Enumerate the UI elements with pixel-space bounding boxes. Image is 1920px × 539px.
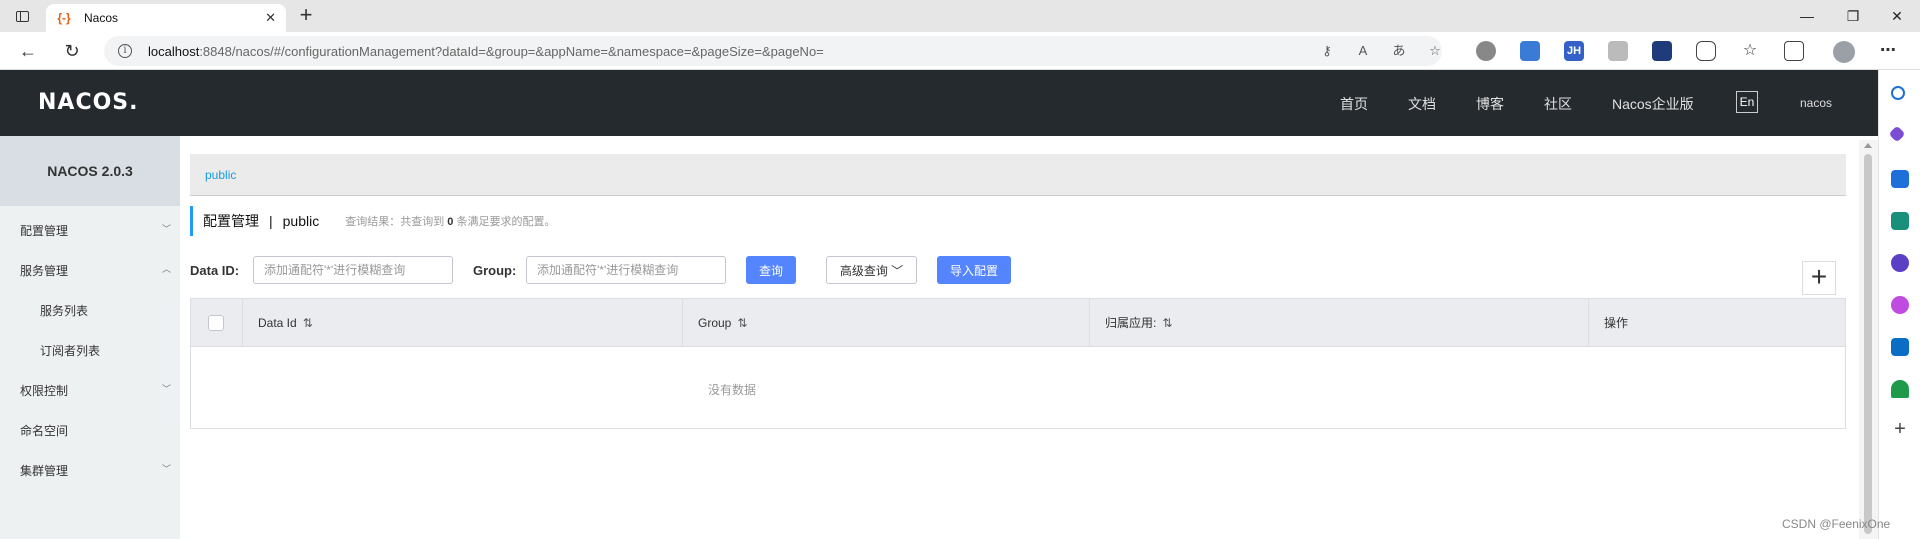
url-text: localhost:8848/nacos/#/configurationMana… (148, 44, 824, 59)
nav-home[interactable]: 首页 (1340, 94, 1368, 114)
config-table: Data Id ⇅ Group ⇅ 归属应用: ⇅ 操作 没有数据 (190, 298, 1846, 429)
restore-icon[interactable]: ❐ (1830, 4, 1876, 28)
sort-icon[interactable]: ⇅ (303, 316, 313, 330)
tab-actions-icon[interactable] (10, 6, 34, 26)
watermark-text: CSDN @FeenixOne (1782, 517, 1891, 531)
translate-icon[interactable]: あ (1390, 42, 1408, 60)
data-id-label: Data ID: (190, 263, 240, 278)
sidebar-item-auth[interactable]: 权限控制 (20, 382, 68, 399)
nav-blog[interactable]: 博客 (1476, 94, 1504, 114)
select-all-checkbox[interactable] (208, 315, 224, 331)
sidebar-shopping-icon[interactable] (1891, 170, 1909, 188)
sidebar-item-subscribers[interactable]: 订阅者列表 (40, 342, 100, 359)
column-group[interactable]: Group ⇅ (682, 299, 1089, 347)
extension-bird-icon[interactable] (1520, 41, 1540, 61)
add-config-button[interactable]: + (1802, 261, 1836, 295)
column-actions: 操作 (1588, 299, 1845, 347)
extension-shield-icon[interactable] (1652, 41, 1672, 61)
scroll-thumb[interactable] (1864, 154, 1872, 534)
chevron-down-icon: ﹀ (891, 263, 904, 278)
page-title-text: 配置管理 (203, 213, 259, 229)
sidebar-outlook-icon[interactable] (1891, 338, 1909, 356)
profile-avatar[interactable] (1833, 41, 1855, 63)
nacos-logo[interactable]: NACOS. (38, 90, 139, 115)
scroll-up-arrow-icon[interactable] (1864, 143, 1872, 148)
tab-title: Nacos (84, 11, 119, 25)
column-data-id[interactable]: Data Id ⇅ (242, 299, 682, 347)
sidebar-item-service[interactable]: 服务管理 (20, 262, 68, 279)
table-header: Data Id ⇅ Group ⇅ 归属应用: ⇅ 操作 (191, 299, 1845, 347)
read-aloud-icon[interactable]: A (1354, 42, 1372, 60)
collections-icon[interactable] (1784, 41, 1804, 61)
favorite-add-icon[interactable]: ☆ (1426, 42, 1444, 60)
sidebar-item-namespace[interactable]: 命名空间 (20, 422, 68, 439)
site-info-icon[interactable]: i (118, 44, 132, 58)
sidebar-copilot-icon[interactable] (1888, 125, 1906, 143)
window-close-icon[interactable]: ✕ (1874, 4, 1920, 28)
left-sidebar: NACOS 2.0.3 配置管理 ﹀ 服务管理 ︿ 服务列表 订阅者列表 权限控… (0, 136, 180, 539)
group-label: Group: (473, 263, 517, 278)
sidebar-office-icon[interactable] (1891, 296, 1909, 314)
page-scrollbar[interactable] (1859, 140, 1878, 539)
tab-close-icon[interactable]: ✕ (265, 10, 276, 26)
more-menu-icon[interactable]: ⋯ (1878, 41, 1898, 61)
sidebar-tools-icon[interactable] (1891, 212, 1909, 230)
sidebar-item-service-list[interactable]: 服务列表 (40, 302, 88, 319)
namespace-tab-public[interactable]: public (205, 168, 236, 182)
chevron-down-icon[interactable]: ﹀ (162, 382, 171, 395)
query-result-text: 查询结果：共查询到 0 条满足要求的配置。 (345, 216, 556, 228)
chevron-down-icon[interactable]: ﹀ (162, 222, 171, 235)
sort-icon[interactable]: ⇅ (737, 316, 747, 330)
key-icon[interactable]: ⚷ (1318, 42, 1336, 60)
nav-community[interactable]: 社区 (1544, 94, 1572, 114)
sidebar-tree-icon[interactable] (1891, 380, 1909, 398)
minimize-icon[interactable]: — (1784, 4, 1830, 28)
chevron-up-icon[interactable]: ︿ (162, 262, 171, 275)
extensions-icon[interactable] (1696, 41, 1716, 61)
sidebar-people-icon[interactable] (1891, 254, 1909, 272)
extension-jh-icon[interactable]: JH (1564, 41, 1584, 61)
version-label: NACOS 2.0.3 (0, 136, 180, 206)
nacos-top-header: NACOS. 首页 文档 博客 社区 Nacos企业版 En nacos (0, 70, 1878, 136)
sidebar-search-icon[interactable] (1891, 86, 1905, 100)
back-icon[interactable]: ← (16, 39, 40, 63)
language-switch-button[interactable]: En (1736, 91, 1758, 113)
sort-icon[interactable]: ⇅ (1162, 316, 1172, 330)
page-title: 配置管理 | public 查询结果：共查询到 0 条满足要求的配置。 (190, 206, 555, 236)
browser-tab-bar: {-} Nacos ✕ + — ❐ ✕ (0, 0, 1920, 32)
url-field[interactable]: i localhost:8848/nacos/#/configurationMa… (104, 36, 1442, 66)
extension-gray-icon[interactable] (1476, 41, 1496, 61)
nav-enterprise[interactable]: Nacos企业版 (1612, 94, 1694, 114)
empty-state-text: 没有数据 (707, 383, 756, 397)
browser-tab[interactable]: {-} Nacos ✕ (46, 4, 286, 32)
sidebar-item-config[interactable]: 配置管理 (20, 222, 68, 239)
user-menu[interactable]: nacos (1800, 96, 1832, 110)
nacos-favicon-icon: {-} (57, 11, 71, 25)
namespace-bar: public (190, 154, 1846, 196)
title-separator: | (269, 213, 273, 229)
group-input[interactable] (526, 256, 726, 284)
chevron-down-icon[interactable]: ﹀ (162, 462, 171, 475)
new-tab-icon[interactable]: + (294, 4, 318, 28)
address-bar: ← ↻ i localhost:8848/nacos/#/configurati… (0, 32, 1920, 70)
advanced-search-button[interactable]: 高级查询 ﹀ (826, 256, 917, 284)
nav-docs[interactable]: 文档 (1408, 94, 1436, 114)
sidebar-add-icon[interactable]: + (1891, 419, 1909, 439)
column-app[interactable]: 归属应用: ⇅ (1089, 299, 1588, 347)
select-all-cell (191, 299, 242, 347)
title-namespace: public (282, 213, 320, 229)
favorites-icon[interactable]: ☆ (1740, 41, 1760, 61)
refresh-icon[interactable]: ↻ (60, 39, 84, 63)
import-config-button[interactable]: 导入配置 (937, 256, 1011, 284)
browser-sidebar: + (1878, 70, 1920, 539)
data-id-input[interactable] (253, 256, 453, 284)
search-button[interactable]: 查询 (746, 256, 796, 284)
sidebar-item-cluster[interactable]: 集群管理 (20, 462, 68, 479)
extension-screen-icon[interactable] (1608, 41, 1628, 61)
